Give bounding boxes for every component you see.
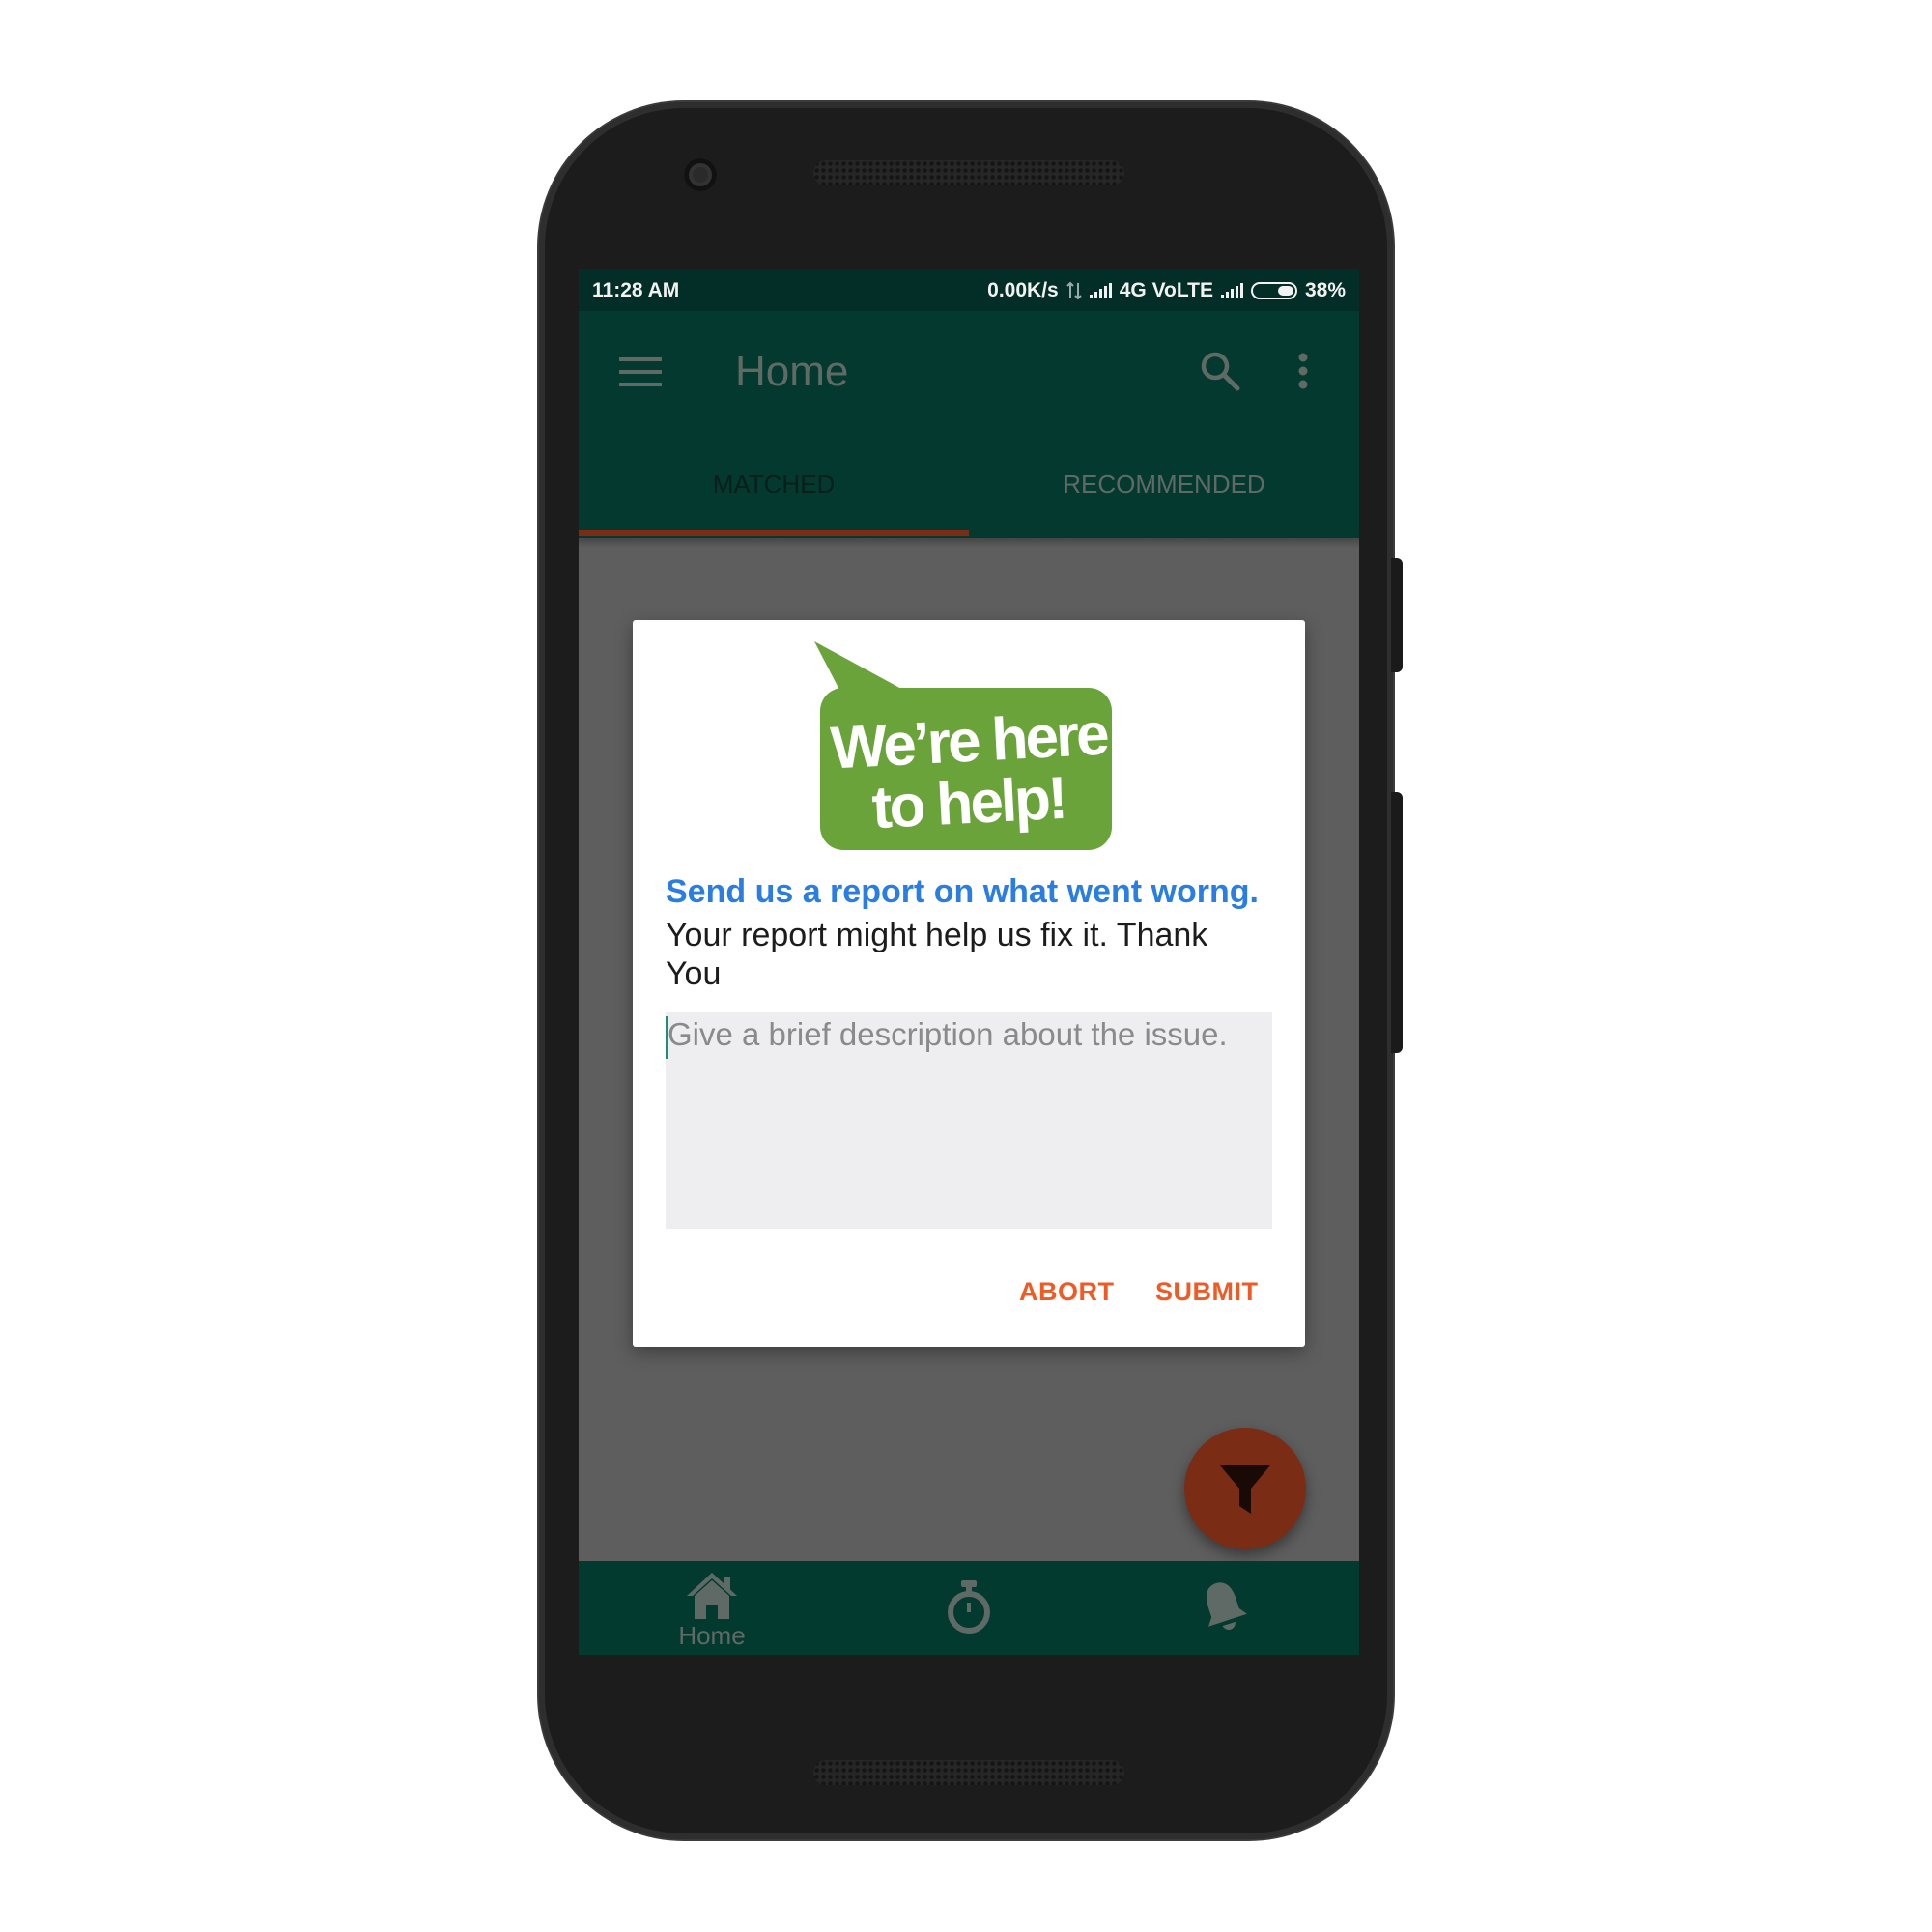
network-type: 4G VoLTE: [1119, 279, 1213, 301]
dialog-subtitle: Your report might help us fix it. Thank …: [666, 917, 1208, 992]
tab-recommended[interactable]: RECOMMENDED: [969, 469, 1359, 499]
timer-icon[interactable]: [946, 1578, 992, 1634]
top-speaker: [813, 160, 1124, 185]
menu-icon[interactable]: [619, 357, 662, 386]
tab-matched[interactable]: MATCHED: [579, 469, 969, 499]
submit-button[interactable]: SUBMIT: [1155, 1277, 1259, 1307]
search-icon[interactable]: [1197, 348, 1243, 394]
filter-fab-button[interactable]: [1184, 1428, 1306, 1549]
text-caret: [666, 1016, 668, 1059]
abort-button[interactable]: ABORT: [1019, 1277, 1115, 1307]
tab-bar: MATCHED RECOMMENDED: [579, 431, 1359, 538]
status-time: 11:28 AM: [592, 279, 680, 301]
battery-level: 38%: [1304, 279, 1346, 301]
home-icon[interactable]: [685, 1571, 739, 1621]
filter-icon: [1220, 1465, 1270, 1514]
bell-icon[interactable]: [1197, 1577, 1249, 1634]
help-logo-text-line2: to help!: [870, 765, 1066, 841]
battery-icon: [1250, 282, 1297, 299]
network-speed: 0.00K/s: [987, 279, 1059, 301]
issue-description-input[interactable]: [666, 1012, 1272, 1229]
app-bar: Home: [579, 311, 1359, 431]
status-bar: 11:28 AM 0.00K/s 4G VoLTE 38%: [579, 269, 1359, 311]
help-logo: We’re here to help!: [814, 641, 1112, 850]
nav-home-label[interactable]: Home: [656, 1621, 768, 1651]
volume-button: [1391, 792, 1403, 1053]
bottom-nav: Home: [579, 1561, 1359, 1655]
report-dialog: We’re here to help! Send us a report on …: [633, 620, 1305, 1347]
power-button: [1391, 558, 1403, 672]
data-transfer-icon: [1066, 281, 1082, 300]
page-title: Home: [735, 348, 849, 395]
more-vert-icon[interactable]: [1293, 348, 1313, 394]
status-indicators: 0.00K/s 4G VoLTE 38%: [987, 279, 1346, 302]
app-screen: 11:28 AM 0.00K/s 4G VoLTE 38% Home MATCH…: [579, 269, 1359, 1655]
tab-indicator: [579, 530, 969, 536]
signal-icon-2: [1220, 283, 1243, 298]
dialog-title: Send us a report on what went worng.: [666, 873, 1259, 910]
bottom-speaker: [813, 1760, 1124, 1785]
front-camera: [684, 158, 717, 191]
tab-shadow: [579, 538, 1359, 548]
signal-icon: [1089, 283, 1112, 298]
